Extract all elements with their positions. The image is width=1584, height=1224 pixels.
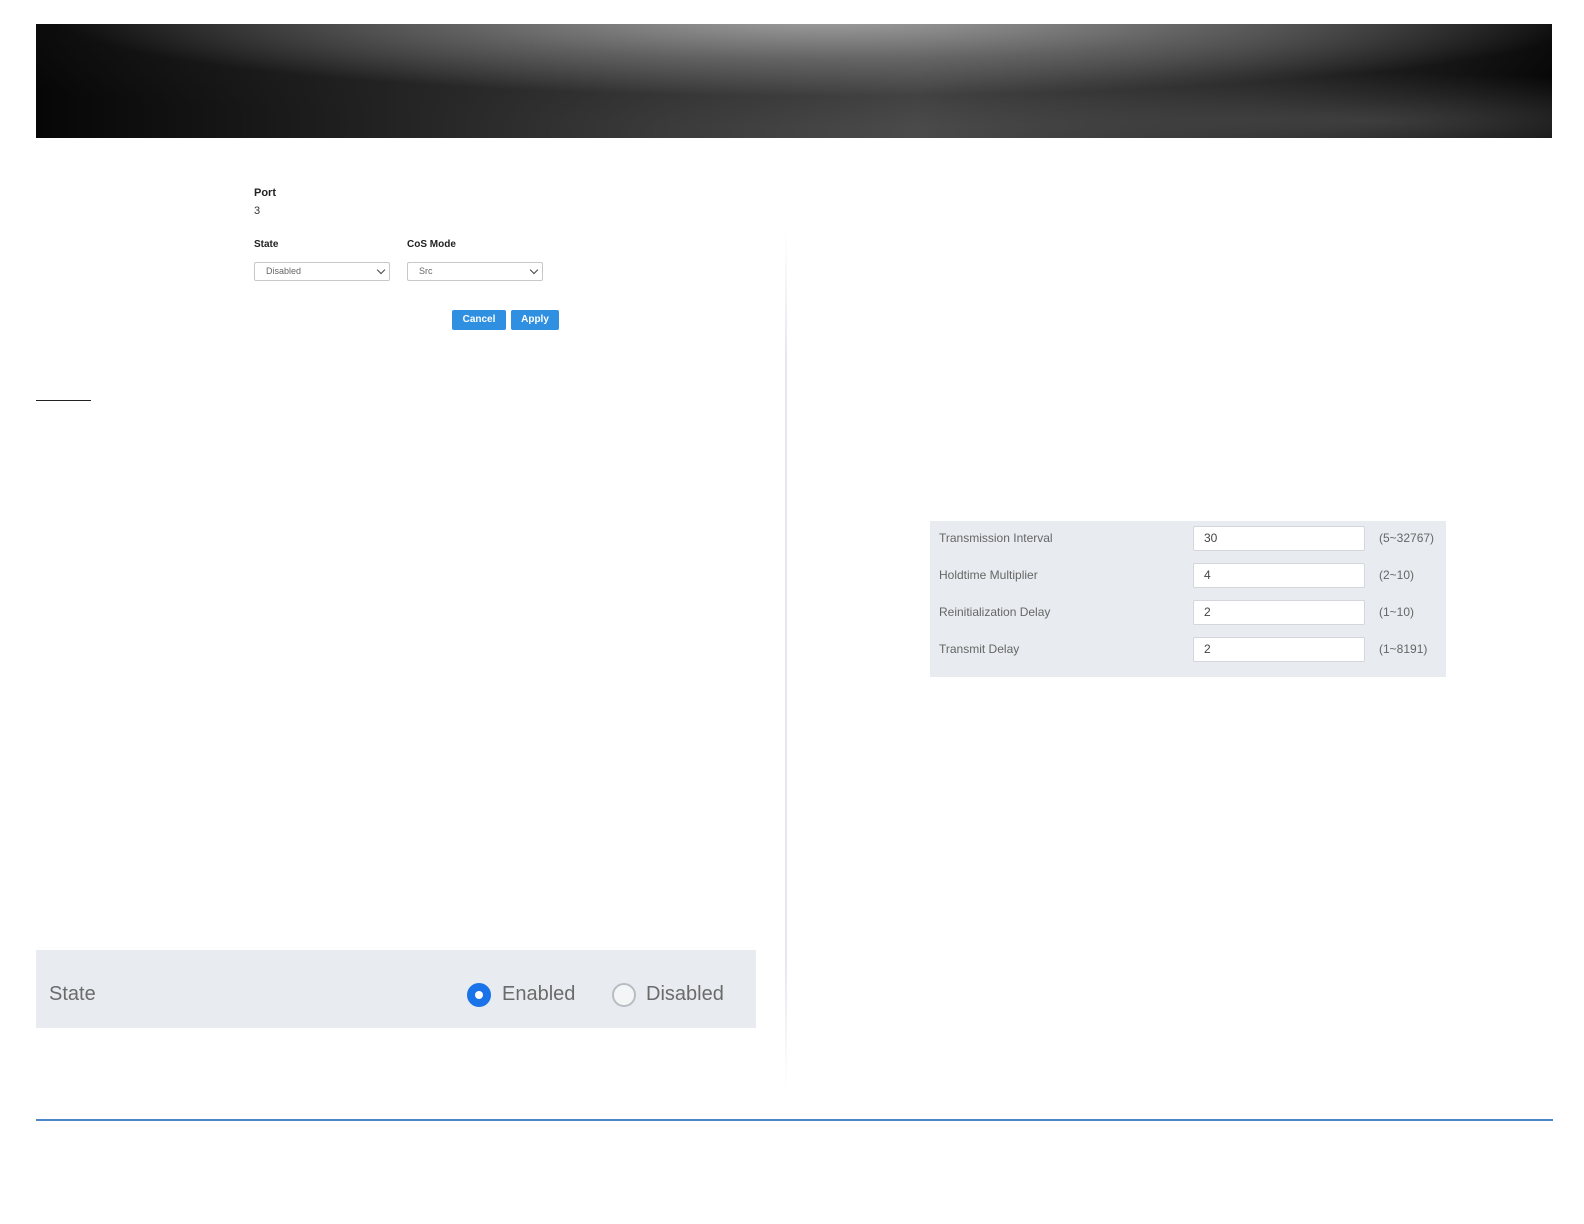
disabled-radio[interactable] bbox=[612, 983, 636, 1007]
cos-mode-select-value: Src bbox=[419, 266, 433, 276]
holdtime-multiplier-label: Holdtime Multiplier bbox=[939, 568, 1038, 582]
lldp-config-panel: Transmission Interval 30 (5~32767) Holdt… bbox=[930, 521, 1446, 677]
port-label: Port bbox=[254, 187, 276, 199]
header-banner bbox=[36, 24, 1552, 138]
transmission-interval-label: Transmission Interval bbox=[939, 531, 1053, 545]
footer-rule bbox=[36, 1119, 1553, 1121]
cancel-button[interactable]: Cancel bbox=[452, 310, 506, 330]
cos-mode-label: CoS Mode bbox=[407, 239, 456, 250]
transmit-delay-range: (1~8191) bbox=[1379, 642, 1428, 656]
reinitialization-delay-range: (1~10) bbox=[1379, 605, 1415, 619]
cos-mode-select[interactable]: Src bbox=[407, 262, 543, 281]
holdtime-multiplier-input[interactable]: 4 bbox=[1193, 563, 1365, 588]
apply-button[interactable]: Apply bbox=[511, 310, 559, 330]
transmit-delay-label: Transmit Delay bbox=[939, 642, 1020, 656]
column-divider bbox=[785, 230, 787, 1090]
chevron-down-icon bbox=[376, 265, 386, 275]
state-label: State bbox=[254, 239, 279, 250]
state-select[interactable]: Disabled bbox=[254, 262, 390, 281]
state-panel-label: State bbox=[49, 983, 96, 1005]
holdtime-multiplier-range: (2~10) bbox=[1379, 568, 1415, 582]
reinitialization-delay-input[interactable]: 2 bbox=[1193, 600, 1365, 625]
transmission-interval-range: (5~32767) bbox=[1379, 531, 1435, 545]
enabled-radio-label[interactable]: Enabled bbox=[502, 983, 575, 1006]
transmission-interval-input[interactable]: 30 bbox=[1193, 526, 1365, 551]
state-select-value: Disabled bbox=[266, 266, 302, 276]
section-divider bbox=[36, 400, 91, 401]
disabled-radio-label[interactable]: Disabled bbox=[646, 983, 724, 1006]
port-value: 3 bbox=[254, 205, 261, 217]
transmit-delay-input[interactable]: 2 bbox=[1193, 637, 1365, 662]
enabled-radio[interactable] bbox=[467, 983, 491, 1007]
state-panel: State Enabled Disabled bbox=[36, 950, 756, 1028]
reinitialization-delay-label: Reinitialization Delay bbox=[939, 605, 1051, 619]
chevron-down-icon bbox=[529, 265, 539, 275]
